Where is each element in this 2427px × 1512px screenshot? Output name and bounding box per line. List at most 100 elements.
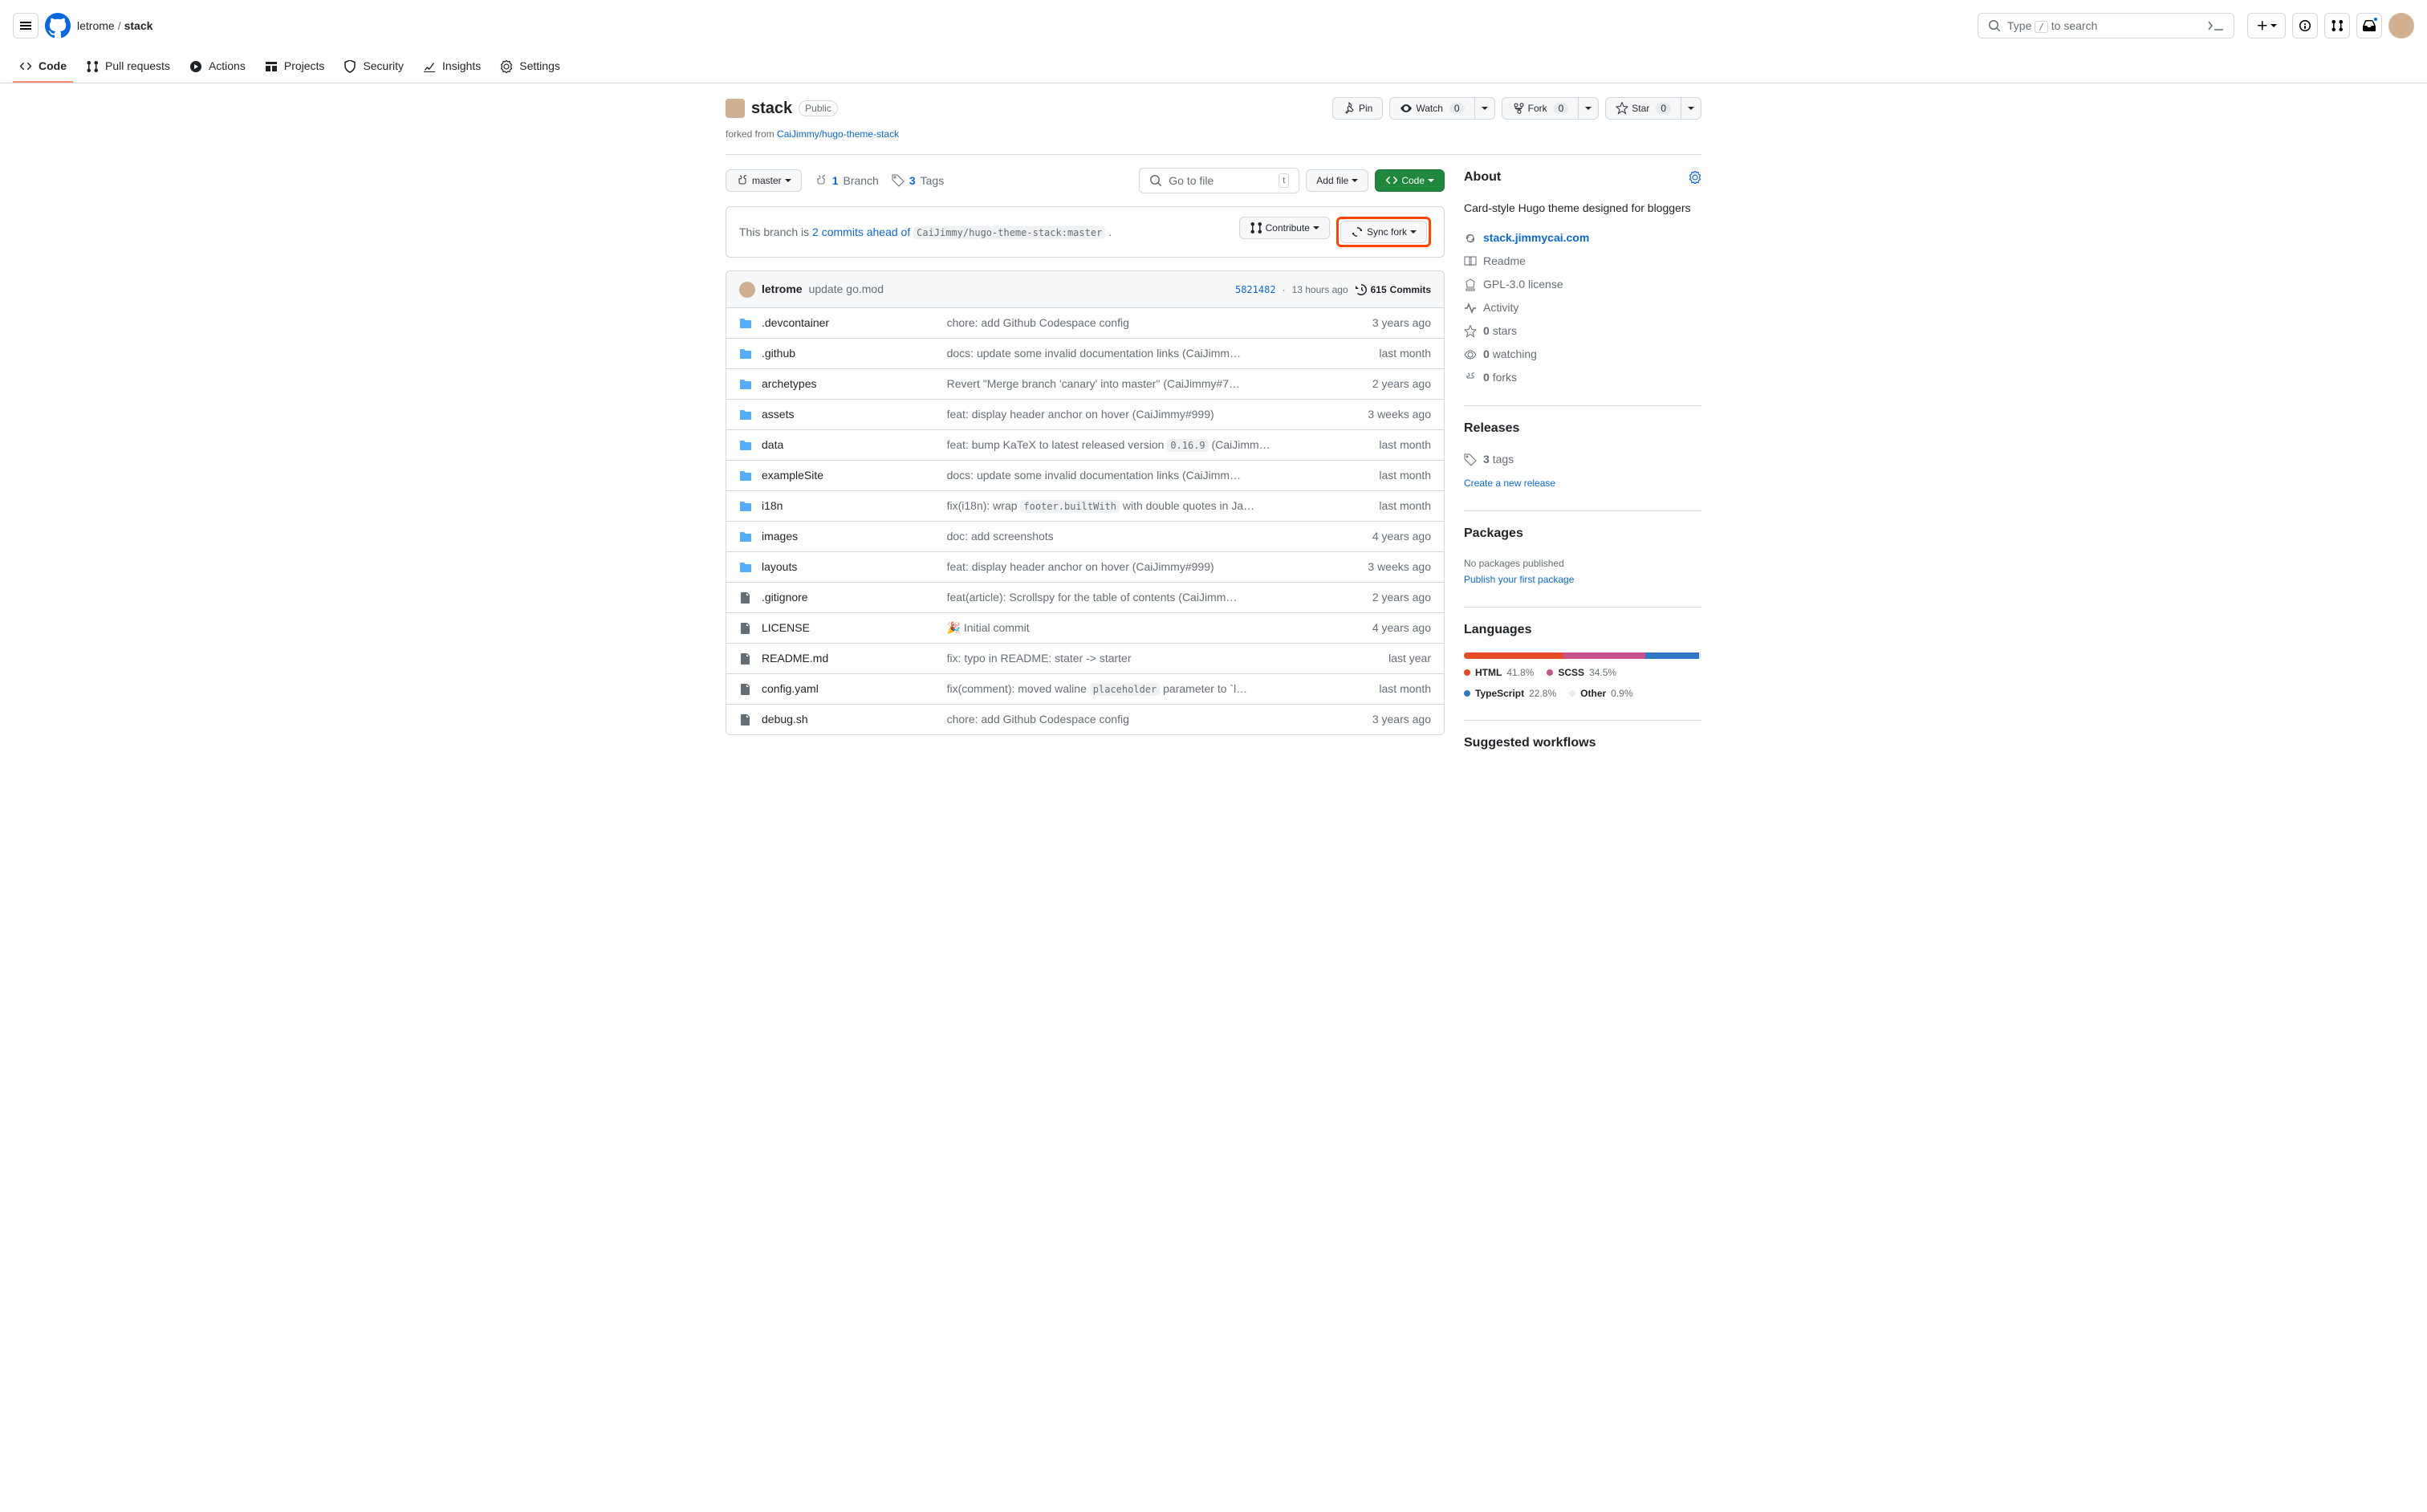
contribute-label: Contribute [1266, 222, 1310, 234]
file-commit-msg[interactable]: fix: typo in README: stater -> starter [947, 652, 1132, 665]
license-link[interactable]: GPL-3.0 license [1483, 276, 1563, 293]
file-name-link[interactable]: data [762, 437, 783, 453]
tab-code[interactable]: Code [13, 51, 73, 83]
latest-commit-bar: letrome update go.mod 5821482 · 13 hours… [726, 271, 1444, 308]
commit-hash[interactable]: 5821482 [1235, 282, 1276, 297]
packages-heading[interactable]: Packages [1464, 524, 1523, 543]
website-link[interactable]: stack.jimmycai.com [1483, 230, 1589, 246]
forks-count: 0 [1483, 371, 1490, 384]
watch-dropdown[interactable] [1475, 97, 1495, 120]
tab-projects[interactable]: Projects [258, 51, 331, 83]
file-name-link[interactable]: layouts [762, 559, 797, 575]
breadcrumb-repo[interactable]: stack [124, 18, 153, 35]
commits-link[interactable]: 615 Commits [1355, 282, 1431, 297]
file-row: data feat: bump KaTeX to latest released … [726, 430, 1444, 461]
gear-icon [500, 60, 513, 73]
file-icon [739, 652, 752, 665]
file-name-link[interactable]: README.md [762, 650, 828, 667]
file-name-link[interactable]: .gitignore [762, 589, 808, 606]
language-name: TypeScript [1475, 686, 1524, 701]
edit-about-button[interactable] [1689, 168, 1701, 187]
hamburger-menu-button[interactable] [13, 13, 39, 39]
commit-message[interactable]: update go.mod [809, 281, 884, 298]
language-segment[interactable] [1645, 652, 1699, 659]
watch-button[interactable]: Watch 0 [1389, 97, 1474, 120]
issues-button[interactable] [2292, 13, 2318, 39]
pull-requests-button[interactable] [2324, 13, 2350, 39]
contribute-button[interactable]: Contribute [1239, 217, 1330, 239]
file-name-link[interactable]: exampleSite [762, 467, 823, 484]
tab-actions[interactable]: Actions [183, 51, 252, 83]
fork-dropdown[interactable] [1579, 97, 1599, 120]
visibility-badge: Public [799, 100, 838, 116]
sync-fork-button[interactable]: Sync fork [1340, 221, 1427, 243]
fork-label: Fork [1528, 103, 1547, 114]
file-name-link[interactable]: .github [762, 345, 795, 362]
readme-link[interactable]: Readme [1483, 253, 1526, 270]
tab-settings[interactable]: Settings [494, 51, 567, 83]
commits-label: Commits [1390, 282, 1431, 297]
commit-sep: · [1283, 282, 1286, 297]
star-icon [1464, 325, 1477, 338]
create-release-link[interactable]: Create a new release [1464, 478, 1555, 489]
tags-link[interactable]: 3 Tags [892, 173, 944, 189]
hamburger-icon [19, 19, 32, 32]
star-button[interactable]: Star 0 [1605, 97, 1681, 120]
pin-button[interactable]: Pin [1332, 97, 1383, 120]
file-commit-msg[interactable]: doc: add screenshots [947, 530, 1054, 543]
issue-icon [2299, 19, 2311, 32]
language-segment[interactable] [1699, 652, 1701, 659]
user-avatar[interactable] [2388, 13, 2414, 39]
file-name-link[interactable]: .devcontainer [762, 315, 829, 331]
publish-package-link[interactable]: Publish your first package [1464, 574, 1574, 585]
star-dropdown[interactable] [1681, 97, 1701, 120]
file-name-link[interactable]: assets [762, 406, 794, 423]
file-name-link[interactable]: i18n [762, 498, 783, 514]
language-segment[interactable] [1563, 652, 1645, 659]
language-item[interactable]: TypeScript 22.8% [1464, 686, 1556, 701]
file-name-link[interactable]: images [762, 528, 798, 545]
language-pct: 22.8% [1529, 686, 1556, 701]
notifications-button[interactable] [2356, 13, 2382, 39]
file-commit-msg[interactable]: Revert "Merge branch 'canary' into maste… [947, 377, 1240, 390]
language-segment[interactable] [1464, 652, 1563, 659]
tab-security[interactable]: Security [337, 51, 410, 83]
branches-link[interactable]: 1 Branch [815, 173, 879, 189]
commit-author[interactable]: letrome [762, 281, 803, 298]
tab-insights[interactable]: Insights [417, 51, 487, 83]
language-item[interactable]: SCSS34.5% [1547, 665, 1616, 680]
global-search[interactable]: Type / to search [1978, 13, 2234, 39]
activity-link[interactable]: Activity [1483, 299, 1518, 316]
code-download-button[interactable]: Code [1375, 169, 1445, 192]
repo-owner-avatar[interactable] [726, 99, 745, 118]
branch-selector[interactable]: master [726, 169, 802, 192]
repo-name: stack [751, 96, 792, 120]
star-label: Star [1632, 103, 1649, 114]
file-commit-msg[interactable]: 🎉 Initial commit [947, 621, 1030, 634]
tab-pull-requests[interactable]: Pull requests [79, 51, 177, 83]
commit-author-avatar[interactable] [739, 282, 755, 298]
github-logo[interactable] [45, 13, 71, 39]
fork-icon [1512, 102, 1525, 115]
file-name-link[interactable]: debug.sh [762, 711, 808, 728]
add-file-button[interactable]: Add file [1306, 169, 1368, 192]
file-name-link[interactable]: config.yaml [762, 681, 819, 697]
file-name-link[interactable]: LICENSE [762, 620, 810, 636]
file-name-link[interactable]: archetypes [762, 376, 816, 392]
forked-from-link[interactable]: CaiJimmy/hugo-theme-stack [777, 128, 899, 140]
file-commit-msg[interactable]: docs: update some invalid documentation … [947, 347, 1242, 360]
file-commit-msg[interactable]: feat(article): Scrollspy for the table o… [947, 591, 1238, 604]
language-item[interactable]: HTML41.8% [1464, 665, 1534, 680]
create-new-button[interactable] [2247, 13, 2286, 39]
language-item[interactable]: Other0.9% [1569, 686, 1632, 701]
file-commit-msg[interactable]: docs: update some invalid documentation … [947, 469, 1242, 482]
breadcrumb-owner[interactable]: letrome [77, 18, 115, 35]
go-to-file-input[interactable]: Go to file t [1139, 168, 1299, 193]
file-commit-msg: feat: bump KaTeX to latest released vers… [947, 438, 1270, 451]
file-commit-msg[interactable]: chore: add Github Codespace config [947, 713, 1129, 726]
compare-link[interactable]: 2 commits ahead of [812, 226, 910, 238]
file-commit-msg[interactable]: chore: add Github Codespace config [947, 316, 1129, 329]
caret-down-icon [1428, 177, 1434, 184]
fork-button[interactable]: Fork 0 [1502, 97, 1579, 120]
releases-heading[interactable]: Releases [1464, 419, 1519, 438]
